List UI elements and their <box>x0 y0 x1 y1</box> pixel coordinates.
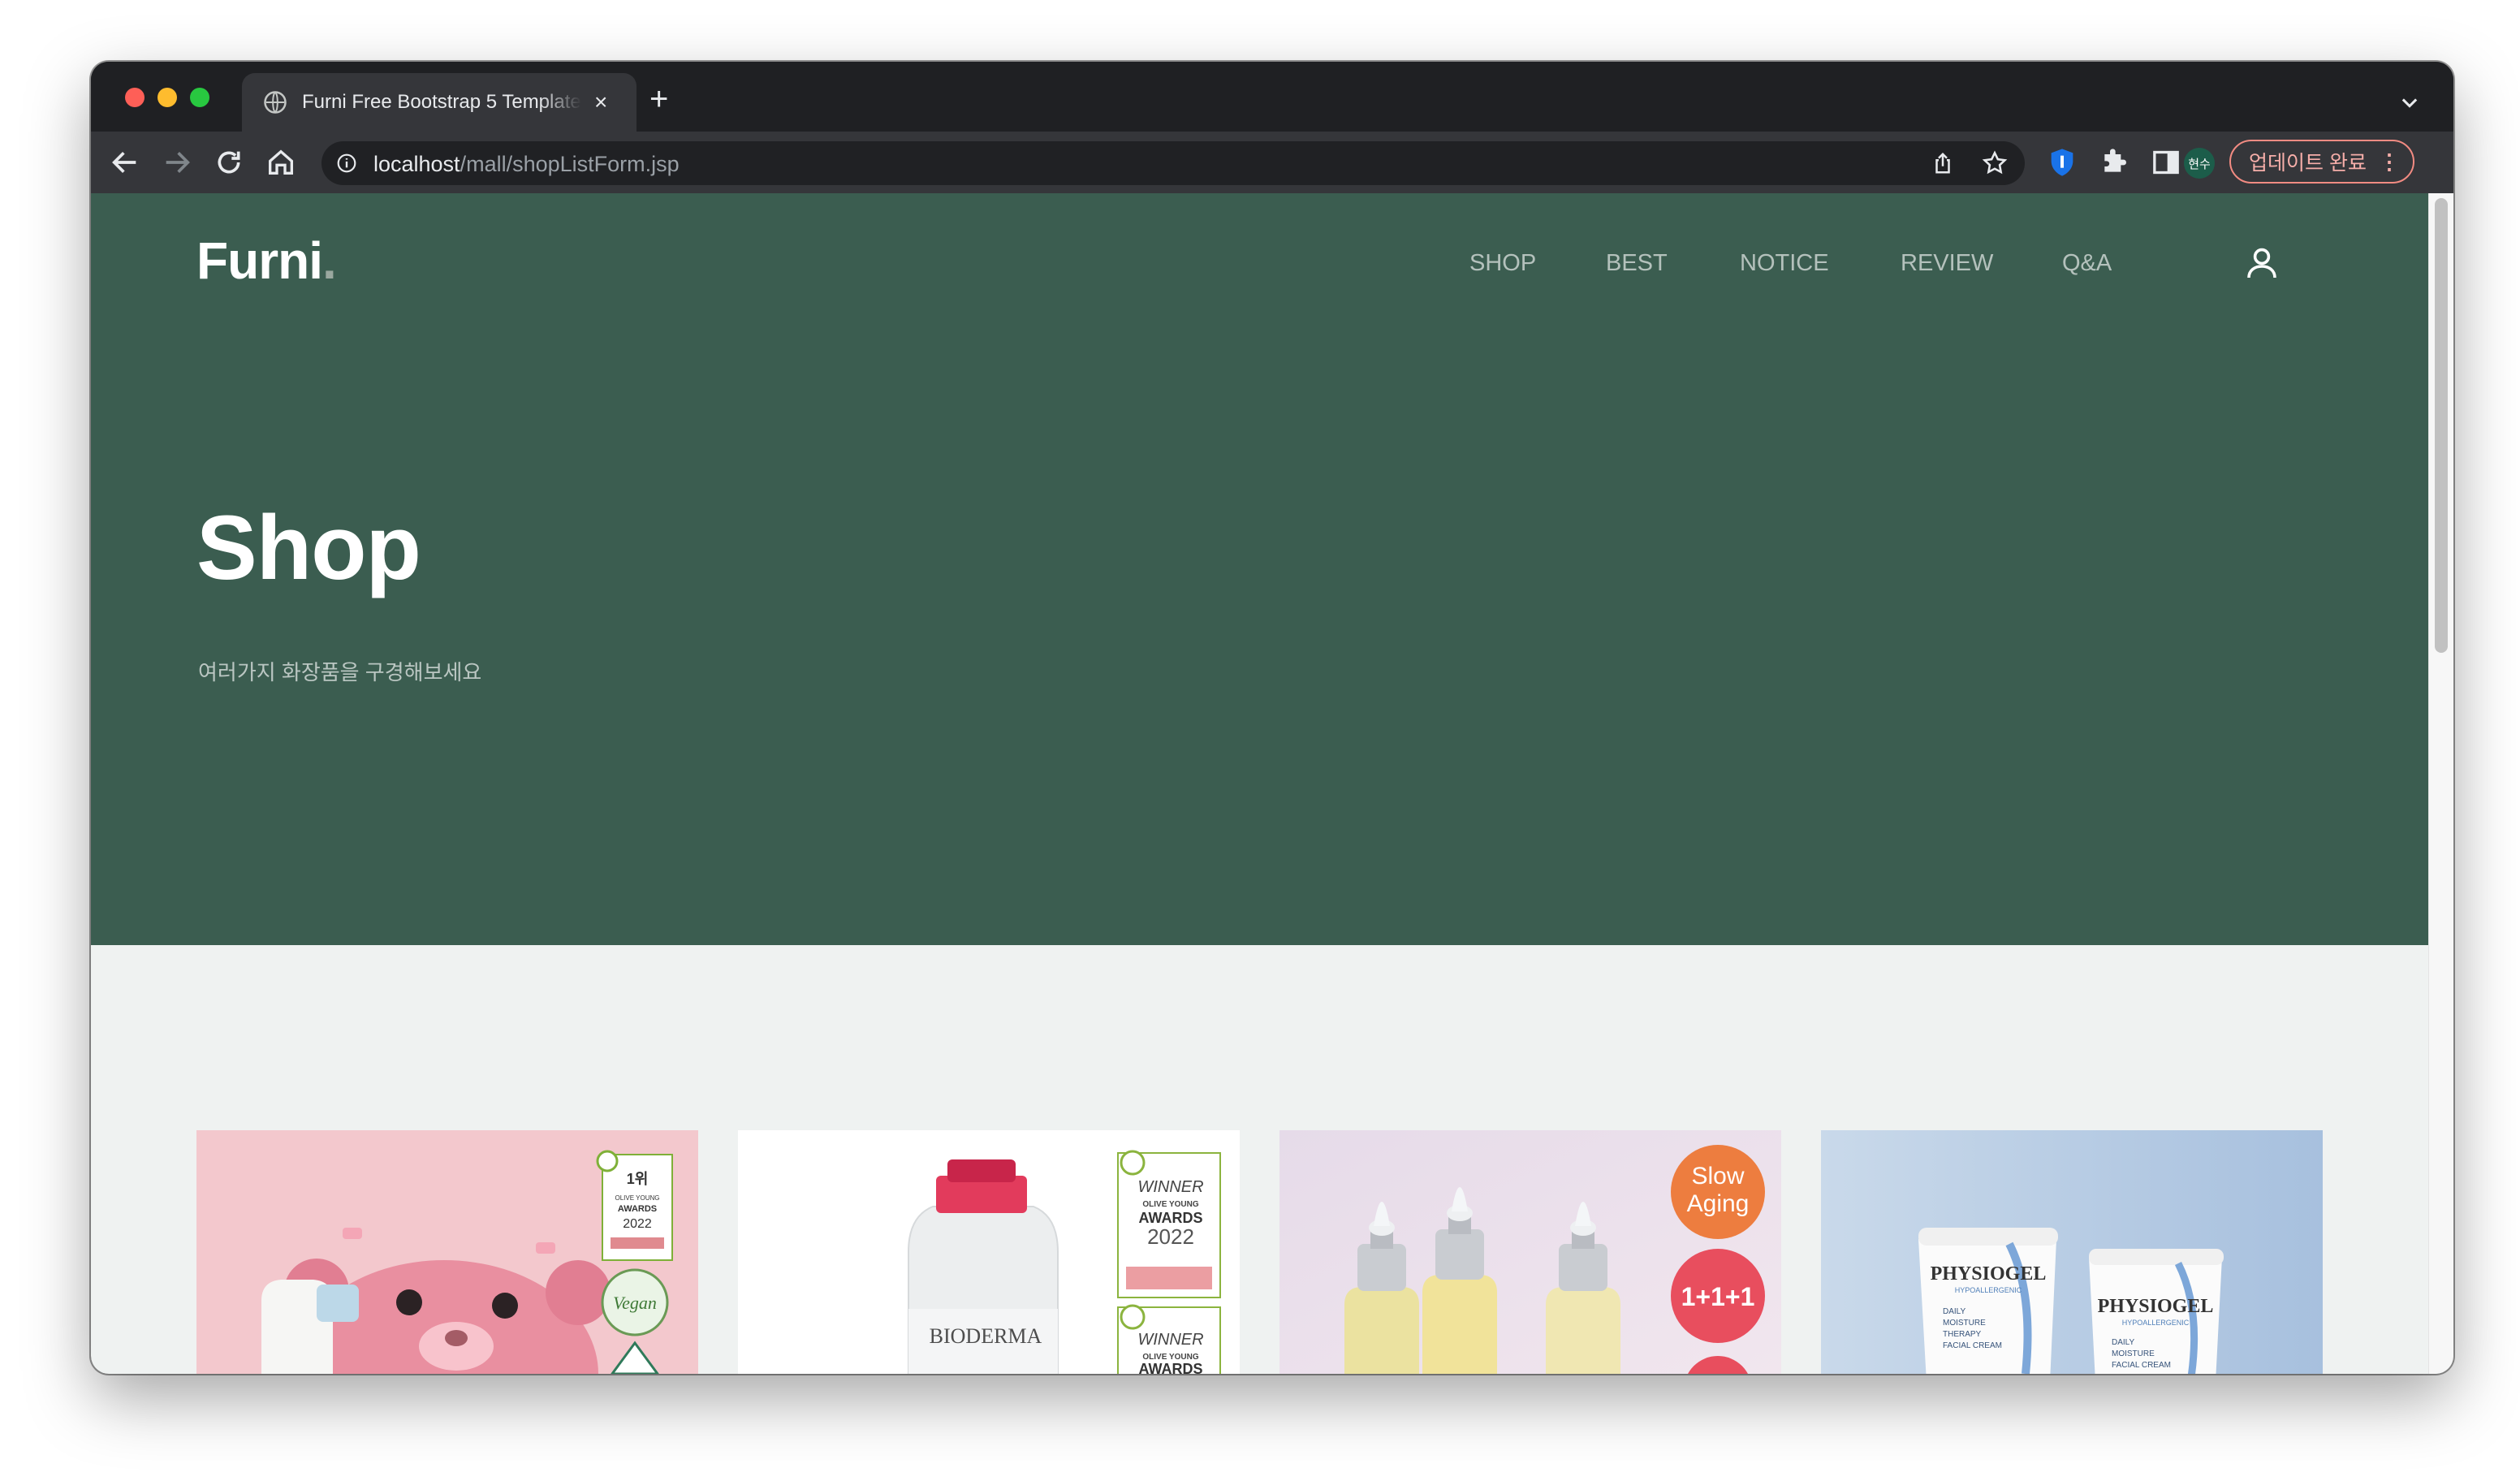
product-line: HYPOALLERGENIC <box>2122 1319 2190 1327</box>
plus-icon[interactable]: + <box>649 83 668 115</box>
product-card[interactable]: 1위 OLIVE YOUNG AWARDS 2022 Vegan <box>196 1130 698 1374</box>
info-icon[interactable] <box>336 153 357 174</box>
page-viewport: Furni. SHOP BEST NOTICE REVIEW Q&A Shop … <box>91 193 2453 1374</box>
badge-line: AWARDS <box>1138 1210 1202 1226</box>
product-line: DAILY <box>2112 1338 2134 1347</box>
product-line: MOISTURE <box>1943 1319 1986 1328</box>
tab-title: Furni Free Bootstrap 5 Template <box>302 91 581 113</box>
reload-icon[interactable] <box>213 146 245 179</box>
nav-notice[interactable]: NOTICE <box>1740 250 1829 277</box>
star-icon[interactable] <box>1981 149 2009 177</box>
nav-best[interactable]: BEST <box>1606 250 1668 277</box>
product-line: HYPOALLERGENIC <box>1955 1286 2022 1294</box>
badge-line: OLIVE YOUNG <box>1142 1200 1198 1209</box>
globe-icon <box>264 91 287 114</box>
nav-shop[interactable]: SHOP <box>1469 250 1536 277</box>
user-icon[interactable] <box>2242 244 2281 283</box>
nav-review[interactable]: REVIEW <box>1901 250 1993 277</box>
close-icon[interactable]: × <box>594 91 607 114</box>
url-text[interactable]: localhost/mall/shopListForm.jsp <box>373 152 680 177</box>
home-icon[interactable] <box>265 146 297 179</box>
badge-line: AWARDS <box>1138 1361 1202 1374</box>
address-bar[interactable]: localhost/mall/shopListForm.jsp <box>321 141 2025 185</box>
badge-line: WINNER <box>1137 1331 1203 1349</box>
product-card[interactable]: Slow Aging 1+1+1 <box>1279 1130 1781 1374</box>
profile-avatar[interactable]: 현수 <box>2184 148 2215 179</box>
tab-active[interactable]: Furni Free Bootstrap 5 Template × <box>242 73 636 132</box>
badge-line: AWARDS <box>618 1204 657 1214</box>
update-button[interactable]: 업데이트 완료 ⋮ <box>2229 140 2414 184</box>
page-subtitle: 여러가지 화장품을 구경해보세요 <box>198 660 482 684</box>
browser-window: Furni Free Bootstrap 5 Template × + loca… <box>91 62 2453 1374</box>
badge-line: Slow <box>1691 1163 1744 1190</box>
page-title: Shop <box>196 497 421 598</box>
promo-badge: 1+1+1 <box>1681 1282 1755 1311</box>
hero-section: Furni. SHOP BEST NOTICE REVIEW Q&A Shop … <box>91 193 2429 945</box>
product-brand: PHYSIOGEL <box>2098 1296 2214 1317</box>
product-line: MOISTURE <box>2112 1349 2155 1358</box>
share-icon[interactable] <box>1931 151 1955 175</box>
forward-icon[interactable] <box>161 146 193 179</box>
product-card[interactable]: PHYSIOGEL HYPOALLERGENIC DAILY MOISTURE … <box>1821 1130 2323 1374</box>
badge-year: 2022 <box>623 1217 652 1231</box>
site-logo[interactable]: Furni. <box>196 231 337 291</box>
badge-line: OLIVE YOUNG <box>615 1194 660 1202</box>
vegan-badge: Vegan <box>613 1293 657 1313</box>
product-brand: BIODERMA <box>930 1324 1042 1348</box>
product-image: BIODERMA WINNER OLIVE YOUNG AWARDS 2022 … <box>738 1130 1240 1374</box>
product-brand: PHYSIOGEL <box>1931 1263 2047 1285</box>
maximize-window-button[interactable] <box>190 88 209 107</box>
product-line: FACIAL CREAM <box>2112 1361 2171 1370</box>
badge-line: WINNER <box>1137 1178 1203 1196</box>
product-line: DAILY <box>1943 1307 1966 1316</box>
vertical-scrollbar[interactable] <box>2428 193 2453 1374</box>
sidepanel-icon[interactable] <box>2150 146 2182 179</box>
minimize-window-button[interactable] <box>158 88 177 107</box>
back-icon[interactable] <box>109 146 141 179</box>
nav-qa[interactable]: Q&A <box>2062 250 2112 277</box>
badge-line: Aging <box>1687 1190 1750 1217</box>
tab-strip: Furni Free Bootstrap 5 Template × + <box>91 62 2453 132</box>
product-image: Slow Aging 1+1+1 <box>1279 1130 1781 1374</box>
scrollbar-thumb[interactable] <box>2435 198 2448 653</box>
browser-toolbar: localhost/mall/shopListForm.jsp 현수 업데이트 … <box>91 132 2453 193</box>
product-image: PHYSIOGEL HYPOALLERGENIC DAILY MOISTURE … <box>1821 1130 2323 1374</box>
shield-icon[interactable] <box>2046 146 2078 179</box>
product-image: 1위 OLIVE YOUNG AWARDS 2022 Vegan <box>196 1130 698 1374</box>
puzzle-icon[interactable] <box>2098 146 2130 179</box>
more-menu-icon[interactable]: ⋮ <box>2379 151 2400 172</box>
badge-year: 2022 <box>1147 1224 1194 1249</box>
product-line: FACIAL CREAM <box>1943 1341 2002 1350</box>
close-window-button[interactable] <box>125 88 145 107</box>
chevron-down-icon[interactable] <box>2398 91 2421 114</box>
badge-rank: 1위 <box>627 1171 649 1187</box>
update-label: 업데이트 완료 <box>2249 152 2367 175</box>
product-line: THERAPY <box>1943 1330 1982 1339</box>
product-card[interactable]: BIODERMA WINNER OLIVE YOUNG AWARDS 2022 … <box>738 1130 1240 1374</box>
